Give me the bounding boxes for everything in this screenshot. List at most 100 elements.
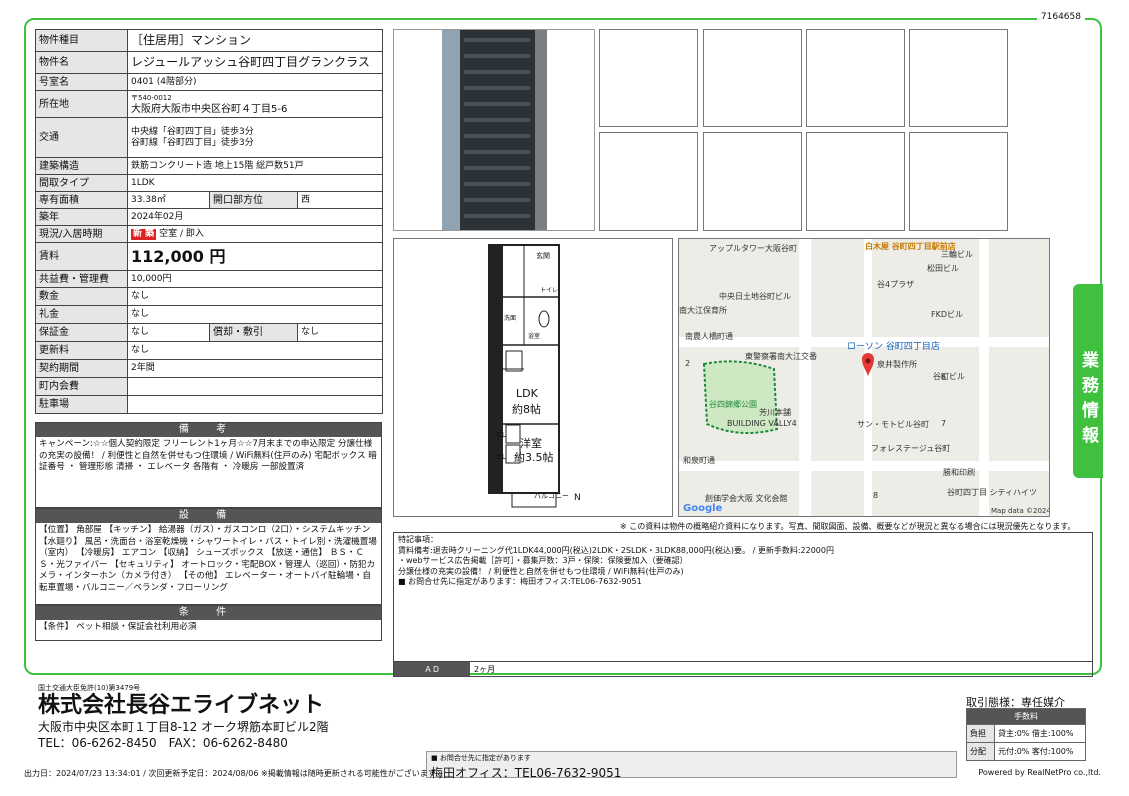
status-value: 新 築空室 / 即入 [126, 225, 384, 243]
traffic-value: 中央線「谷町四丁目」徒歩3分 谷町線「谷町四丁目」徒歩3分 [126, 117, 384, 158]
plan-ldk: LDK [516, 387, 538, 400]
map-label-5: 松田ビル [927, 264, 959, 273]
conditions-text: 【条件】 ペット相談・保証会社利用必須 [39, 622, 197, 632]
postal-code: 〒540-0012 [131, 94, 172, 102]
map-label-15: BUILDING VALLY4 [727, 419, 797, 428]
equipment-text: 【位置】 角部屋 【キッチン】 給湯器（ガス）・ガスコンロ（2口）・システムキッ… [39, 525, 377, 593]
status-label: 現況/入居時期 [35, 225, 128, 243]
fees-header: 手数料 [966, 708, 1086, 725]
fees-table: 手数料 負担 貸主:0% 借主:100% 分配 元付:0% 客付:100% [966, 708, 1086, 761]
traffic-label: 交通 [35, 117, 128, 158]
equipment-title: 設 備 [36, 509, 381, 523]
map-label-7: FKDビル [931, 310, 964, 319]
document-id: 7164658 [1036, 12, 1085, 22]
built-value: 2024年02月 [126, 208, 384, 226]
contact-note: ■ お問合せ先に指定があります [431, 754, 531, 762]
building-photo[interactable] [393, 29, 595, 231]
map-number-1: 6 [941, 373, 947, 382]
license: 国土交通大臣免許(10)第3479号 [38, 684, 141, 692]
photo-slot-4[interactable] [909, 29, 1008, 127]
layout-value: 1LDK [126, 174, 384, 192]
map-label-22: Map data ©2024 [991, 507, 1050, 515]
spec-table: 物件種目 ［住居用］マンション 物件名 レジュールアッシュ谷町四丁目グランクラス 号… [35, 29, 384, 414]
type-value: ［住居用］マンション [126, 29, 384, 52]
contact-value: 梅田オフィス：TEL06-7632-9051 [431, 766, 622, 780]
notes-line-1: 賃料備考:退去時クリーニング代1LDK44,000円(税込)2LDK・2SLDK… [398, 545, 834, 555]
plan-closet-2: CL [497, 453, 506, 461]
contract-label: 契約期間 [35, 359, 128, 378]
photo-slot-3[interactable] [806, 29, 905, 127]
facing-value: 西 [296, 191, 384, 209]
plan-entrance: 玄関 [536, 252, 550, 260]
notes-line-3: 分譲仕様の充実の設備！ / 利便性と自然を併せもつ住環境 / WiFi無料(住戸… [398, 566, 684, 576]
map-label-4: 三輪ビル [941, 250, 973, 259]
common-fee-label: 共益費・管理費 [35, 270, 128, 288]
area-value: 33.38㎡ [127, 191, 210, 209]
photo-slot-7[interactable] [806, 132, 905, 231]
built-label: 築年 [35, 208, 128, 226]
output-info: 出力日：2024/07/23 13:34:01 / 次回更新予定日：2024/0… [24, 769, 436, 778]
status-text: 空室 / 即入 [159, 228, 204, 239]
structure-label: 建築構造 [35, 157, 128, 175]
photo-slot-8[interactable] [909, 132, 1008, 231]
key-money-label: 礼金 [35, 305, 128, 324]
plan-laundry: 洗面 [504, 315, 517, 322]
map-label-3: 谷4プラザ [877, 280, 915, 289]
map-google-logo: Google [683, 503, 723, 514]
powered-by: Powered by RealNetPro co.,ltd. [978, 768, 1101, 777]
plan-bath: 浴室 [528, 333, 541, 340]
map-label-12: 谷町ビル [933, 372, 965, 381]
building-photo-image [442, 30, 547, 230]
parking-label: 駐車場 [35, 395, 128, 414]
map-number-3: 8 [873, 491, 879, 500]
room-label: 号室名 [35, 73, 128, 91]
map-label-16: サン・モトビル谷町 [857, 420, 929, 429]
key-money-value: なし [126, 305, 384, 324]
area-label: 専有面積 [35, 191, 128, 209]
amortization-value: なし [296, 323, 384, 342]
floor-plan[interactable]: 玄関 洗面 トイレ 浴室 LDK 約8帖 洋室 約3.5帖 CL CL バルコニ… [393, 238, 673, 517]
company-name: 株式会社長谷エライブネット [38, 693, 325, 718]
map-label-9: ローソン 谷町四丁目店 [847, 342, 940, 352]
photo-slot-1[interactable] [599, 29, 698, 127]
conditions-box: 条 件 【条件】 ペット相談・保証会社利用必須 [35, 605, 382, 641]
town-fee-label: 町内会費 [35, 377, 128, 396]
structure-value: 鉄筋コンクリート造 地上15階 総戸数51戸 [126, 157, 384, 175]
remarks-box: 備 考 キャンペーン:☆☆個人契約限定 フリーレント1ヶ月☆☆7月末までの申込限… [35, 422, 382, 508]
room-value: 0401 (4階部分) [126, 73, 384, 91]
map-label-0: アップルタワー大阪谷町 [709, 244, 797, 253]
photo-slot-2[interactable] [703, 29, 802, 127]
rent-label: 賃料 [35, 242, 128, 271]
deposit-value: なし [126, 287, 384, 306]
ad-value: 2ヶ月 [474, 665, 496, 674]
notes-title: 特記事項： [398, 535, 438, 544]
fees-row1-value: 貸主:0% 借主:100% [994, 724, 1086, 743]
notes-line-4: ■ お問合せ先に指定があります：梅田オフィス:TEL06-7632-9051 [398, 577, 642, 586]
location-map[interactable]: アップルタワー大阪谷町 白木屋 谷町四丁目駅前店 中央日土地谷町ビル 谷4プラザ… [678, 238, 1050, 517]
remarks-title: 備 考 [36, 423, 381, 437]
company-address: 大阪市中央区本町１丁目8-12 オーク堺筋本町ビル2階 [38, 720, 329, 734]
name-label: 物件名 [35, 51, 128, 74]
map-label-13: 谷四錦郷公園 [709, 400, 757, 409]
map-label-11: 泉井製作所 [877, 360, 917, 369]
facing-label: 開口部方位 [209, 191, 298, 209]
common-fee-value: 10,000円 [126, 270, 384, 288]
location-value: 〒540-0012 大阪府大阪市中央区谷町４丁目5-6 [126, 90, 384, 118]
conditions-title: 条 件 [36, 606, 381, 620]
fees-row2-label: 分配 [966, 742, 995, 761]
name-value: レジュールアッシュ谷町四丁目グランクラス [126, 51, 384, 74]
remarks-text: キャンペーン:☆☆個人契約限定 フリーレント1ヶ月☆☆7月末までの申込限定 分譲… [39, 439, 377, 472]
business-info-tab[interactable]: 業務情報 [1073, 284, 1103, 478]
map-number-2: 7 [941, 419, 947, 428]
address: 大阪府大阪市中央区谷町４丁目5-6 [131, 104, 288, 115]
plan-western-size: 約3.5帖 [514, 451, 554, 464]
location-label: 所在地 [35, 90, 128, 118]
photo-slot-5[interactable] [599, 132, 698, 231]
amortization-label: 償却・敷引 [209, 323, 298, 342]
map-label-19: 勝和印刷 [943, 468, 975, 477]
ad-row: ＡＤ 2ヶ月 [394, 661, 1092, 676]
equipment-box: 設 備 【位置】 角部屋 【キッチン】 給湯器（ガス）・ガスコンロ（2口）・シス… [35, 508, 382, 605]
guarantee-label: 保証金 [35, 323, 128, 342]
floor-plan-drawing [488, 244, 560, 508]
photo-slot-6[interactable] [703, 132, 802, 231]
